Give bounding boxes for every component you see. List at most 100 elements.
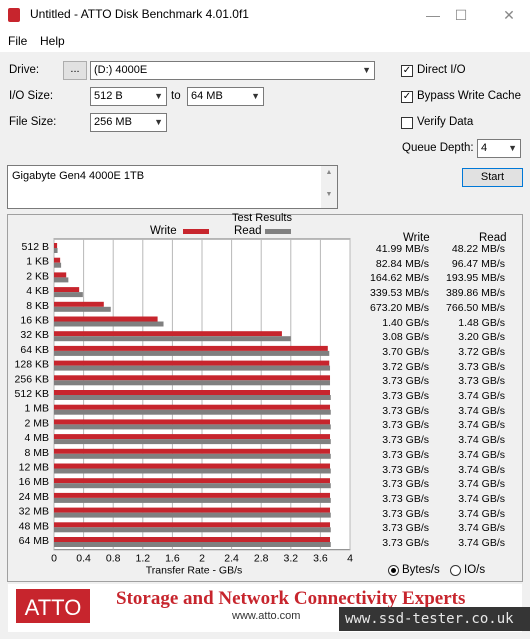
write-bar [54, 434, 331, 440]
write-value: 339.53 MB/s [370, 287, 429, 300]
write-value: 41.99 MB/s [375, 243, 429, 255]
category-label: 512 B [22, 241, 49, 253]
write-value: 3.73 GB/s [382, 537, 429, 549]
category-label: 48 MB [19, 520, 49, 532]
read-value: 3.74 GB/s [458, 404, 505, 417]
write-value: 3.73 GB/s [382, 434, 429, 447]
category-label: 12 MB [19, 462, 49, 474]
read-bar [54, 277, 69, 283]
category-label: 32 KB [20, 329, 49, 341]
read-bar [54, 321, 164, 327]
category-label: 256 KB [15, 373, 49, 385]
write-value: 3.70 GB/s [382, 345, 429, 358]
io-per-sec-label: IO/s [464, 564, 486, 576]
write-value: 673.20 MB/s [370, 301, 429, 314]
write-bar [54, 331, 282, 337]
x-tick-label: 2.8 [254, 553, 269, 565]
x-tick-label: 2 [199, 553, 205, 565]
write-bar [54, 301, 104, 307]
read-bar [54, 497, 331, 503]
atto-logo: ATTO [16, 589, 90, 623]
read-bar [54, 542, 331, 547]
read-value: 3.73 GB/s [458, 360, 505, 373]
io-per-sec-radio[interactable] [450, 565, 461, 576]
write-bar [54, 287, 80, 293]
read-bar [54, 292, 83, 298]
write-bar [54, 492, 331, 498]
write-value: 164.62 MB/s [370, 272, 429, 285]
x-axis-label: Transfer Rate - GB/s [146, 565, 242, 577]
read-bar [54, 306, 111, 312]
x-tick-label: 2.4 [224, 553, 239, 565]
read-bar [54, 395, 331, 400]
x-tick-label: 0 [51, 553, 57, 565]
category-label: 2 MB [24, 417, 49, 429]
read-bar [54, 439, 331, 445]
category-label: 16 KB [20, 315, 49, 327]
read-bar [54, 453, 331, 459]
read-value: 3.74 GB/s [458, 522, 505, 535]
write-value: 3.73 GB/s [382, 375, 429, 388]
category-label: 16 MB [19, 476, 49, 488]
category-label: 1 MB [24, 403, 49, 415]
write-value: 3.73 GB/s [382, 507, 429, 520]
write-bar [54, 345, 328, 351]
category-label: 8 KB [26, 300, 49, 312]
read-bar [54, 380, 331, 386]
write-value: 3.73 GB/s [382, 492, 429, 505]
write-bar [54, 419, 331, 425]
x-tick-label: 3.2 [283, 553, 298, 565]
category-label: 32 MB [19, 506, 49, 518]
x-tick-label: 4 [347, 553, 353, 565]
x-tick-label: 0.8 [106, 553, 121, 565]
bytes-per-sec-radio[interactable] [388, 565, 399, 576]
category-label: 4 MB [24, 432, 49, 444]
write-bar [54, 375, 331, 381]
read-value: 3.74 GB/s [458, 419, 505, 432]
read-bar [54, 262, 62, 268]
banner-url: www.atto.com [232, 610, 301, 622]
read-value: 3.74 GB/s [458, 478, 505, 491]
category-label: 64 MB [19, 535, 49, 547]
read-value: 3.74 GB/s [458, 390, 505, 402]
write-bar [54, 360, 330, 366]
write-bar [54, 272, 67, 278]
x-tick-label: 3.6 [313, 553, 328, 565]
write-bar [54, 478, 331, 484]
read-value: 3.74 GB/s [458, 537, 505, 549]
write-bar [54, 404, 331, 410]
category-label: 128 KB [15, 359, 49, 371]
write-bar [54, 243, 58, 248]
write-value: 3.73 GB/s [382, 419, 429, 432]
write-value: 3.73 GB/s [382, 478, 429, 491]
read-value: 3.74 GB/s [458, 463, 505, 476]
read-value: 48.22 MB/s [451, 243, 505, 255]
write-value: 3.72 GB/s [382, 360, 429, 373]
write-value: 3.73 GB/s [382, 463, 429, 476]
write-bar [54, 537, 331, 542]
write-value: 3.73 GB/s [382, 390, 429, 402]
read-bar [54, 365, 331, 371]
read-bar [54, 409, 331, 415]
read-value: 389.86 MB/s [446, 287, 505, 300]
write-bar [54, 463, 331, 469]
read-bar [54, 483, 331, 489]
radio-dot-icon [391, 568, 396, 573]
read-bar [54, 468, 331, 474]
watermark: www.ssd-tester.co.uk [339, 607, 530, 631]
write-value: 1.40 GB/s [382, 316, 429, 329]
read-value: 1.48 GB/s [458, 316, 505, 329]
write-value: 3.73 GB/s [382, 404, 429, 417]
bytes-per-sec-label: Bytes/s [402, 564, 440, 576]
read-value: 3.74 GB/s [458, 434, 505, 447]
write-bar [54, 507, 331, 513]
write-bar [54, 257, 61, 263]
read-value: 3.74 GB/s [458, 492, 505, 505]
read-bar [54, 336, 291, 342]
read-value: 3.74 GB/s [458, 448, 505, 461]
category-label: 1 KB [26, 256, 49, 268]
category-label: 64 KB [20, 344, 49, 356]
read-value: 3.72 GB/s [458, 345, 505, 358]
read-value: 766.50 MB/s [446, 301, 505, 314]
write-value: 82.84 MB/s [375, 257, 429, 270]
